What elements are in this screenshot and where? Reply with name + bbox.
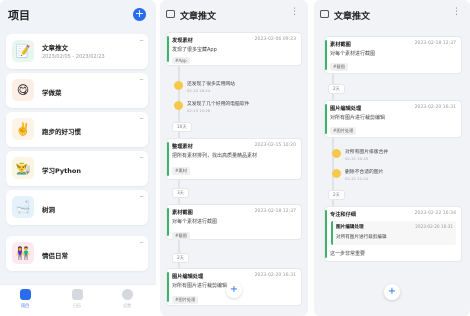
avatar	[174, 81, 183, 90]
avatar	[174, 101, 183, 110]
comment[interactable]: 对所有图片排版合并 02-21 10:45	[332, 148, 452, 164]
project-card[interactable]: 📝 文章推文 2023/02/05 - 2023/02/23 ···	[6, 34, 148, 69]
project-thumb-icon: 🛁	[12, 196, 34, 218]
add-note-button[interactable]: +	[226, 282, 242, 298]
timeline-header: 文章推文 ⋮	[160, 0, 308, 26]
timeline-title: 文章推文	[334, 12, 371, 22]
quoted-note[interactable]: 图片编辑处理 2023-02-20 16:31 对所有图片进行裁剪编辑	[331, 221, 456, 245]
timeline-note[interactable]: 整理素材 2023-02-15 10:20 把所有素材排列，找出高质量精品素材 …	[166, 138, 302, 180]
more-icon[interactable]: ···	[139, 76, 144, 84]
timeline-panel-scrolled: 文章推文 ⋮ 素材截图 2023-02-18 12:37 对每个素材进行截图 #…	[314, 0, 470, 316]
project-thumb-icon: 😋	[12, 79, 34, 101]
project-header: 项目 +	[0, 0, 156, 26]
more-vertical-icon[interactable]: ⋮	[290, 8, 299, 17]
more-icon[interactable]: ···	[139, 193, 144, 201]
add-project-button[interactable]: +	[133, 8, 146, 21]
tag[interactable]: #截图	[330, 63, 348, 71]
tag[interactable]: #素材	[172, 167, 190, 175]
calendar-tab-icon	[71, 289, 83, 300]
timeline-note[interactable]: 专注和仔细 2023-02-22 16:34 图片编辑处理 2023-02-20…	[324, 206, 462, 262]
more-icon[interactable]: ···	[139, 115, 144, 123]
notebook-icon	[320, 10, 329, 18]
more-icon[interactable]: ···	[139, 37, 144, 45]
notebook-icon	[166, 10, 175, 18]
more-vertical-icon[interactable]: ⋮	[452, 8, 461, 17]
timeline-panel: 文章推文 ⋮ 发现素材 2023-02-06 09:23 发现了很多宝藏App …	[160, 0, 308, 316]
project-card[interactable]: ✌️ 跑步的好习惯 ···	[6, 112, 148, 147]
projects-tab-icon	[19, 289, 31, 300]
project-card[interactable]: 🛁 树洞 ···	[6, 190, 148, 225]
add-note-button[interactable]: +	[384, 284, 400, 300]
project-card[interactable]: 😋 学做菜 ···	[6, 73, 148, 108]
tag[interactable]: #App	[172, 57, 190, 64]
tab-calendar[interactable]: 日历	[62, 289, 92, 309]
project-card[interactable]: 👨‍🌾 学习Python ···	[6, 151, 148, 186]
project-date-range: 2023/02/05 - 2023/02/23	[42, 54, 105, 60]
project-title: 文章推文	[42, 44, 68, 52]
tag[interactable]: #截图	[172, 232, 190, 240]
project-title: 学做菜	[42, 89, 62, 97]
project-thumb-icon: ✌️	[12, 118, 34, 140]
project-thumb-icon: 👨‍🌾	[12, 157, 34, 179]
tab-settings[interactable]: 设置	[112, 289, 142, 309]
gap-chip: 2天	[172, 253, 189, 263]
project-title: 学习Python	[42, 167, 81, 175]
timeline-note[interactable]: 素材截图 2023-02-18 12:37 对每个素材进行截图 #截图	[166, 204, 302, 240]
project-list-panel: 项目 + 📝 文章推文 2023/02/05 - 2023/02/23 ··· …	[0, 0, 156, 316]
comment[interactable]: 删除不合适的图片 02-21 21:24	[332, 168, 452, 184]
gap-chip: 3天	[172, 188, 189, 198]
more-icon[interactable]: ···	[139, 154, 144, 162]
project-title: 树洞	[42, 206, 55, 214]
comment[interactable]: 还发现了很多实用网站 02-10 16:24	[174, 80, 294, 96]
comment[interactable]: 又发现了几个好用的电脑软件 02-13 15:28	[174, 100, 294, 116]
tag[interactable]: #图片处理	[172, 296, 199, 304]
avatar	[332, 169, 341, 178]
project-thumb-icon: 👫	[12, 242, 34, 264]
timeline-title: 文章推文	[180, 12, 217, 22]
bottom-tab-bar: 项目 日历 设置	[0, 284, 156, 316]
project-card[interactable]: 👫 情侣日常 ···	[6, 236, 148, 271]
tag[interactable]: #图片处理	[330, 127, 357, 135]
timeline-header: 文章推文 ⋮	[314, 0, 470, 26]
gap-chip: 2天	[328, 190, 345, 200]
project-title: 跑步的好习惯	[42, 128, 81, 136]
project-thumb-icon: 📝	[12, 40, 34, 62]
tab-projects[interactable]: 项目	[10, 289, 40, 309]
avatar	[332, 149, 341, 158]
timeline-note[interactable]: 素材截图 2023-02-18 12:37 对每个素材进行截图 #截图	[324, 36, 462, 74]
settings-tab-icon	[121, 289, 133, 300]
more-icon[interactable]: ···	[139, 239, 144, 247]
page-title: 项目	[8, 9, 30, 22]
timeline-note[interactable]: 图片编辑处理 2023-02-20 16:31 对所有图片进行裁剪编辑 #图片处…	[324, 100, 462, 138]
project-title: 情侣日常	[42, 252, 68, 260]
gap-chip: 2天	[328, 84, 345, 94]
gap-chip: 10天	[172, 122, 192, 132]
timeline-note[interactable]: 发现素材 2023-02-06 09:23 发现了很多宝藏App #App	[166, 32, 302, 66]
